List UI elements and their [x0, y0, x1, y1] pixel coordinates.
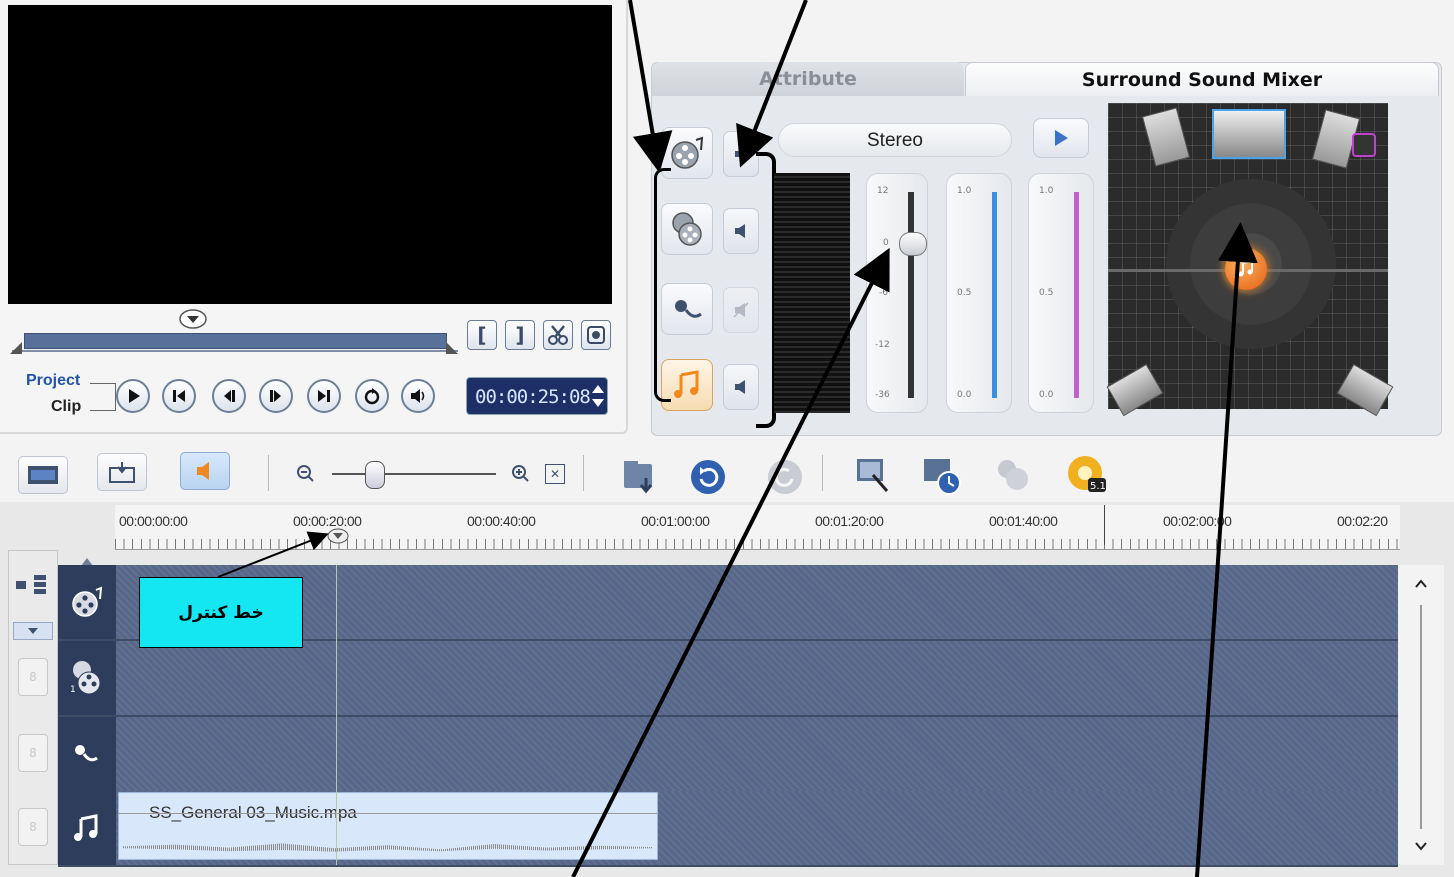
annotation-arrows	[217, 0, 1258, 877]
